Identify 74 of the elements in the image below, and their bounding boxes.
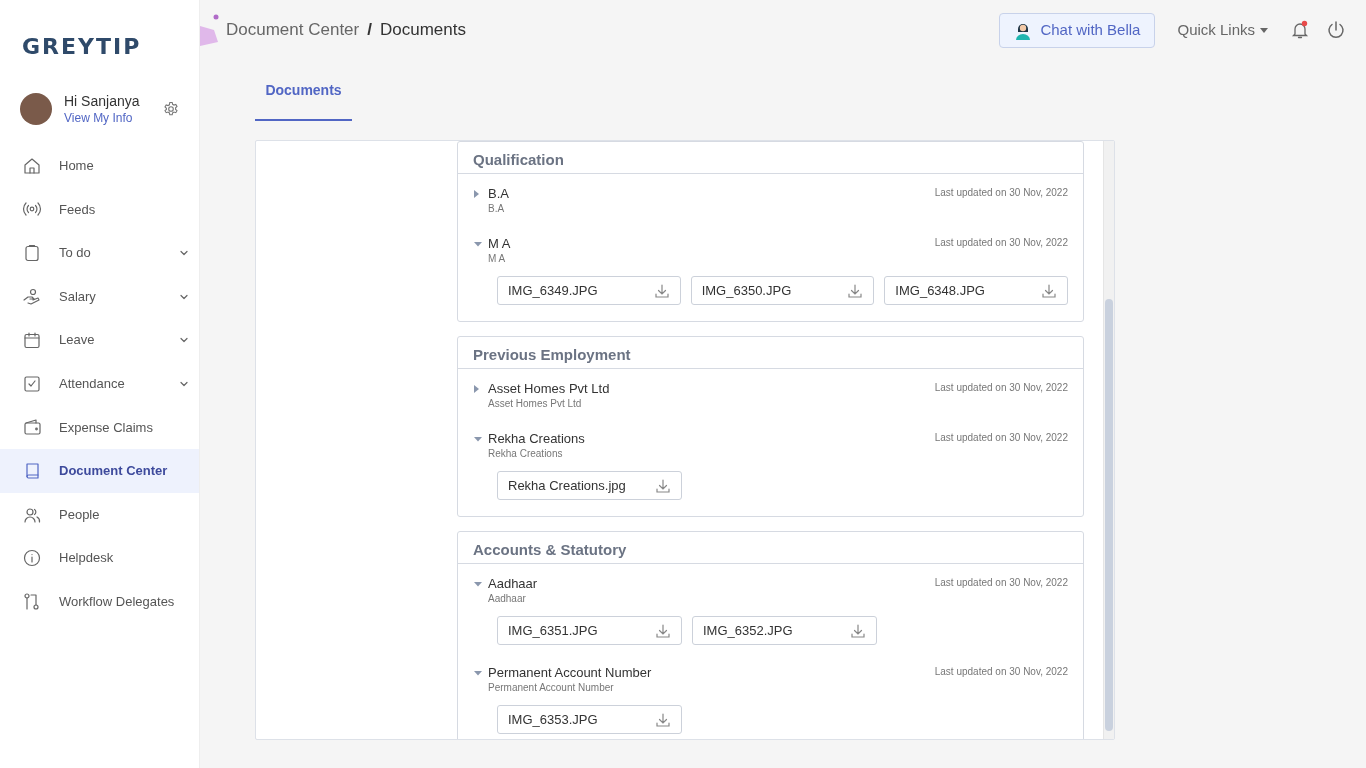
workflow-icon: [22, 591, 42, 612]
entry-subtitle: B.A: [488, 202, 506, 216]
view-info-link[interactable]: View My Info: [64, 110, 140, 126]
notification-bell-icon[interactable]: [1290, 20, 1310, 40]
last-updated-text: Last updated on 30 Nov, 2022: [934, 236, 1068, 250]
sidebar-item[interactable]: Leave: [0, 318, 199, 362]
file-download-button[interactable]: IMG_6351.JPG: [497, 616, 682, 645]
entry-subtitle: M A: [488, 252, 507, 266]
section-title: Accounts & Statutory: [458, 532, 1083, 564]
entry-title: Permanent Account Number: [488, 665, 652, 681]
last-updated-text: Last updated on 30 Nov, 2022: [934, 186, 1068, 200]
chat-button[interactable]: Chat with Bella: [999, 12, 1156, 48]
breadcrumb-current: Documents: [379, 19, 466, 42]
entry-title: Asset Homes Pvt Ltd: [488, 381, 610, 397]
expand-toggle-icon[interactable]: [473, 189, 480, 199]
sidebar-item[interactable]: People: [0, 492, 199, 537]
entry-title: M A: [488, 236, 511, 252]
download-icon: [850, 622, 866, 639]
breadcrumb-link[interactable]: Document Center: [226, 17, 360, 43]
entry-title: B.A: [488, 186, 509, 202]
expand-toggle-icon[interactable]: [473, 384, 480, 394]
sidebar-item[interactable]: Salary: [0, 274, 199, 319]
last-updated-text: Last updated on 30 Nov, 2022: [934, 381, 1068, 395]
wallet-icon: [22, 417, 42, 438]
expand-toggle-icon[interactable]: [473, 579, 483, 589]
hand-coin-icon: [22, 286, 42, 307]
download-icon: [655, 622, 671, 639]
sidebar-item[interactable]: To do: [0, 231, 199, 275]
section-title: Qualification: [458, 142, 1083, 174]
logo: GREYTIP: [22, 33, 142, 61]
file-download-button[interactable]: IMG_6348.JPG: [884, 276, 1068, 305]
power-icon[interactable]: [1326, 20, 1346, 40]
expand-toggle-icon[interactable]: [473, 239, 483, 249]
file-download-button[interactable]: IMG_6350.JPG: [690, 276, 875, 305]
sidebar-item[interactable]: Feeds: [0, 187, 199, 232]
entry-title: Aadhaar: [488, 576, 538, 592]
file-download-button[interactable]: IMG_6349.JPG: [497, 276, 681, 305]
entry-subtitle: Rekha Creations: [488, 447, 564, 461]
entry-title: Rekha Creations: [488, 431, 585, 447]
calendar-icon: [22, 330, 42, 351]
sidebar-item[interactable]: Expense Claims: [0, 405, 199, 450]
sidebar-item[interactable]: Helpdesk: [0, 536, 199, 580]
section-title: Previous Employment: [458, 337, 1083, 369]
scrollbar[interactable]: [1103, 141, 1114, 739]
caret-icon: [1260, 27, 1268, 33]
sidebar-item[interactable]: Document Center: [0, 449, 199, 493]
download-icon: [1041, 282, 1057, 299]
file-download-button[interactable]: Rekha Creations.jpg: [497, 471, 682, 500]
entry-subtitle: Aadhaar: [488, 592, 527, 606]
user-greeting: Hi Sanjanya: [64, 92, 140, 110]
last-updated-text: Last updated on 30 Nov, 2022: [934, 576, 1068, 590]
info-icon: [22, 548, 42, 569]
breadcrumb-separator: /: [367, 19, 372, 42]
settings-icon[interactable]: [163, 101, 179, 117]
sidebar-item[interactable]: Home: [0, 144, 199, 188]
documents-tab[interactable]: Documents: [255, 60, 352, 121]
entry-subtitle: Asset Homes Pvt Ltd: [488, 397, 583, 411]
checkbox-icon: [22, 373, 42, 394]
quick-links-dropdown[interactable]: Quick Links: [1171, 17, 1274, 43]
download-icon: [655, 711, 671, 728]
expand-toggle-icon[interactable]: [473, 668, 483, 678]
last-updated-text: Last updated on 30 Nov, 2022: [934, 665, 1068, 679]
download-icon: [655, 477, 671, 494]
clipboard-icon: [22, 243, 42, 263]
expand-toggle-icon[interactable]: [473, 434, 483, 444]
sidebar-item[interactable]: Workflow Delegates: [0, 579, 199, 624]
entry-subtitle: Permanent Account Number: [488, 681, 615, 695]
file-download-button[interactable]: IMG_6352.JPG: [692, 616, 877, 645]
download-icon: [847, 282, 864, 299]
file-download-button[interactable]: IMG_6353.JPG: [497, 705, 682, 734]
download-icon: [653, 282, 670, 299]
sidebar-item[interactable]: Attendance: [0, 361, 199, 406]
user-avatar: [20, 93, 52, 125]
last-updated-text: Last updated on 30 Nov, 2022: [934, 431, 1068, 445]
